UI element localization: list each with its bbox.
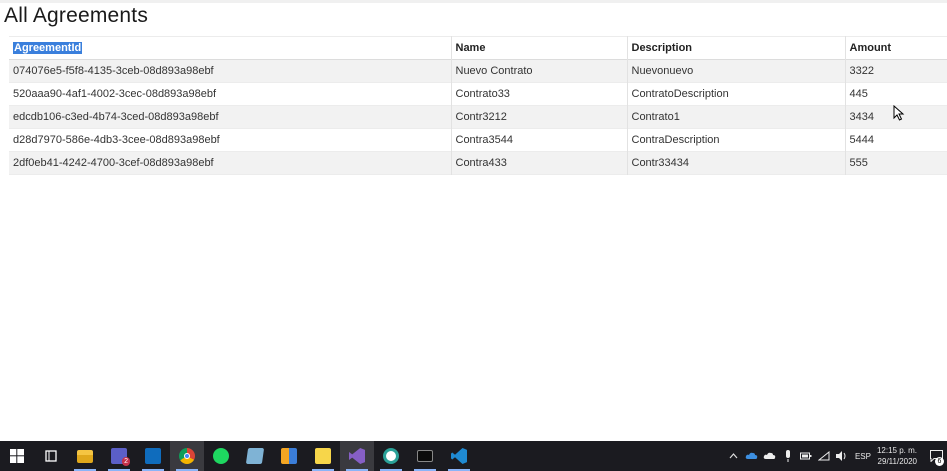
chevron-up-icon[interactable] (727, 441, 741, 471)
cell-amount: 3322 (844, 59, 947, 83)
language-indicator[interactable]: ESP (855, 452, 871, 461)
table-row[interactable]: 520aaa90-4af1-4002-3cec-08d893a98ebf Con… (9, 82, 947, 106)
outlook-icon (145, 448, 161, 464)
taskbar-app[interactable] (272, 441, 306, 471)
chrome-icon (179, 448, 195, 464)
visual-studio-icon (349, 448, 365, 464)
microphone-icon[interactable] (781, 441, 795, 471)
app-icon (281, 448, 297, 464)
cell-agreement-id: 2df0eb41-4242-4700-3cef-08d893a98ebf (13, 157, 214, 169)
table-row[interactable]: 2df0eb41-4242-4700-3cef-08d893a98ebf Con… (9, 151, 947, 175)
notification-count: 6 (935, 457, 944, 466)
wifi-icon[interactable] (817, 441, 831, 471)
top-divider (0, 0, 947, 3)
agreements-table: AgreementId Name Description Amount 0740… (9, 36, 947, 175)
teams-badge: 2 (122, 457, 130, 466)
taskbar-sticky-notes[interactable] (306, 441, 340, 471)
cell-amount: 555 (844, 151, 947, 175)
volume-icon[interactable] (835, 441, 849, 471)
task-view-icon (45, 450, 57, 462)
cell-agreement-id: 074076e5-f5f8-4135-3ceb-08d893a98ebf (13, 65, 214, 77)
app-s-icon (383, 448, 399, 464)
cell-description: ContratoDescription (626, 82, 845, 106)
file-explorer-icon (77, 449, 93, 463)
table-row[interactable]: 074076e5-f5f8-4135-3ceb-08d893a98ebf Nue… (9, 59, 947, 83)
cloud-icon[interactable] (763, 441, 777, 471)
taskbar-notepad[interactable] (238, 441, 272, 471)
onedrive-icon[interactable] (745, 441, 759, 471)
clock[interactable]: 12:15 p. m. 29/11/2020 (877, 445, 917, 467)
cell-name: Contra433 (450, 151, 627, 175)
spotify-icon (213, 448, 229, 464)
table-header-row: AgreementId Name Description Amount (9, 36, 947, 60)
column-header-description[interactable]: Description (626, 36, 845, 60)
taskbar-vscode[interactable] (442, 441, 476, 471)
column-header-name[interactable]: Name (450, 36, 627, 60)
vscode-icon (451, 448, 467, 464)
cell-amount: 5444 (844, 128, 947, 152)
sticky-notes-icon (315, 448, 331, 464)
taskbar-teams[interactable]: 2 (102, 441, 136, 471)
table-row[interactable]: d28d7970-586e-4db3-3cee-08d893a98ebf Con… (9, 128, 947, 152)
taskbar-file-explorer[interactable] (68, 441, 102, 471)
notepad-icon (245, 448, 265, 464)
task-view-button[interactable] (34, 441, 68, 471)
cell-name: Contra3544 (450, 128, 627, 152)
cell-name: Nuevo Contrato (450, 59, 627, 83)
cell-description: Nuevonuevo (626, 59, 845, 83)
cell-name: Contrato33 (450, 82, 627, 106)
taskbar-visual-studio[interactable] (340, 441, 374, 471)
cell-amount: 445 (844, 82, 947, 106)
cell-description: ContraDescription (626, 128, 845, 152)
cell-name: Contr3212 (450, 105, 627, 129)
clock-time: 12:15 p. m. (876, 446, 917, 455)
start-button[interactable] (0, 441, 34, 471)
taskbar-chrome[interactable] (170, 441, 204, 471)
mouse-cursor-icon (893, 105, 905, 121)
taskbar-terminal[interactable] (408, 441, 442, 471)
battery-icon[interactable] (799, 441, 813, 471)
column-header-amount[interactable]: Amount (844, 36, 947, 60)
taskbar: 2 ESP 12:15 p. m. 29/11/2020 6 (0, 441, 947, 471)
clock-date: 29/11/2020 (877, 457, 917, 466)
cell-description: Contrato1 (626, 105, 845, 129)
page-title: All Agreements (4, 4, 149, 27)
notification-center-button[interactable]: 6 (925, 441, 947, 471)
cell-agreement-id: edcdb106-c3ed-4b74-3ced-08d893a98ebf (13, 111, 219, 123)
cell-agreement-id: 520aaa90-4af1-4002-3cec-08d893a98ebf (13, 88, 217, 100)
taskbar-spotify[interactable] (204, 441, 238, 471)
selected-header-text: AgreementId (13, 42, 83, 54)
windows-start-icon (10, 449, 24, 463)
cell-agreement-id: d28d7970-586e-4db3-3cee-08d893a98ebf (13, 134, 220, 146)
column-header-agreementid[interactable]: AgreementId (9, 37, 451, 60)
terminal-icon (417, 450, 433, 462)
taskbar-app-s[interactable] (374, 441, 408, 471)
system-tray: ESP 12:15 p. m. 29/11/2020 6 (725, 441, 947, 471)
cell-description: Contr33434 (626, 151, 845, 175)
taskbar-outlook[interactable] (136, 441, 170, 471)
table-row[interactable]: edcdb106-c3ed-4b74-3ced-08d893a98ebf Con… (9, 105, 947, 129)
